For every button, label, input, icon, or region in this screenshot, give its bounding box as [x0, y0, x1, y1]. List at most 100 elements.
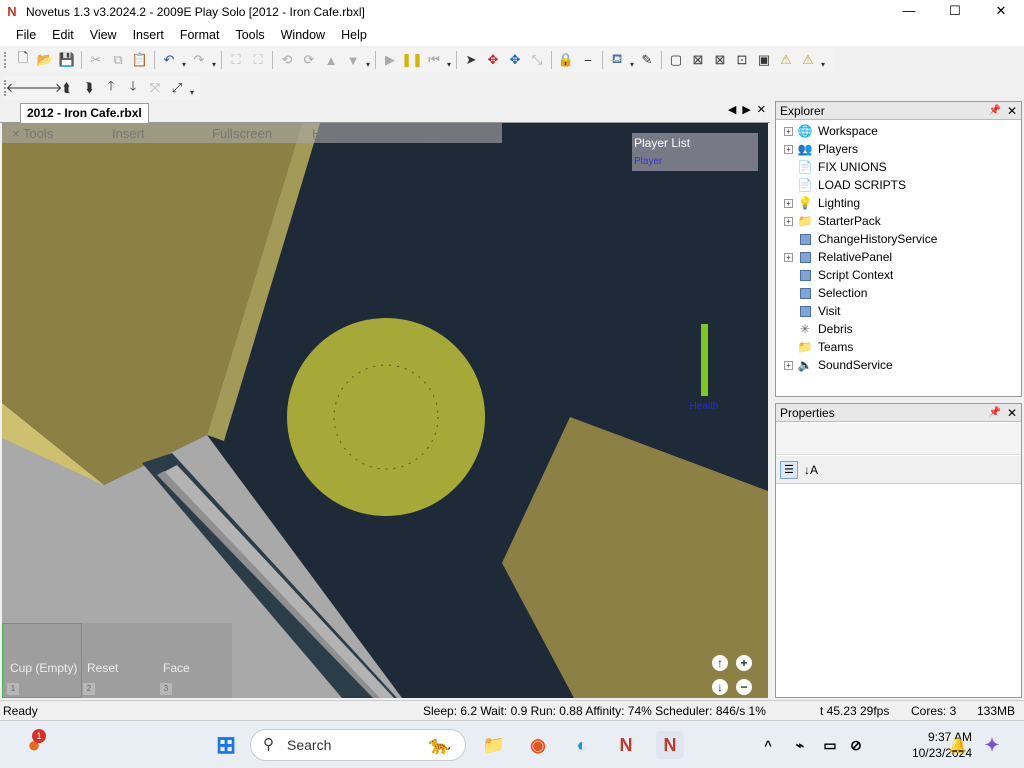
document-tab[interactable]: 2012 - Iron Cafe.rbxl	[20, 103, 149, 123]
surface-motor-icon[interactable]: ⚠	[797, 49, 819, 71]
menu-edit[interactable]: Edit	[44, 28, 82, 42]
taskbar-search[interactable]: ⚲ Search 🐆	[250, 729, 466, 761]
redo-dropdown-icon[interactable]: ▾	[210, 51, 218, 69]
explorer-item-selection[interactable]: Selection	[776, 284, 1021, 302]
start-button[interactable]: ⊞	[212, 731, 240, 759]
surface-dropdown-icon[interactable]: ▾	[819, 51, 827, 69]
paste-icon[interactable]: 📋	[129, 49, 151, 71]
network-icon[interactable]: ⌁	[786, 731, 814, 759]
move-down-icon[interactable]: ▼	[342, 49, 364, 71]
explorer-item-relativepanel[interactable]: + RelativePanel	[776, 248, 1021, 266]
explorer-item-load-scripts[interactable]: 📄 LOAD SCRIPTS	[776, 176, 1021, 194]
expand-icon[interactable]: +	[784, 360, 793, 370]
explorer-item-teams[interactable]: 📁 Teams	[776, 338, 1021, 356]
tilt-icon[interactable]: ⟳	[298, 49, 320, 71]
game-help-button[interactable]: Help	[312, 126, 339, 141]
menu-view[interactable]: View	[82, 28, 125, 42]
cut-icon[interactable]: ✂	[85, 49, 107, 71]
surface-studs-icon[interactable]: ⊡	[731, 49, 753, 71]
close-explorer-icon[interactable]: ✕	[1007, 102, 1017, 120]
camera-tilt-up-icon[interactable]: ↑	[712, 655, 728, 671]
zoom-extents-icon[interactable]: ⤧	[144, 77, 166, 99]
menu-insert[interactable]: Insert	[125, 28, 172, 42]
explorer-item-players[interactable]: + 👥 Players	[776, 140, 1021, 158]
save-icon[interactable]: 💾	[56, 49, 78, 71]
categorized-icon[interactable]: ☰	[780, 460, 798, 479]
select-cursor-icon[interactable]: ➤	[460, 49, 482, 71]
tab-close-icon[interactable]: ✕	[757, 103, 766, 116]
sort-alpha-icon[interactable]: ↓A	[804, 463, 818, 477]
surface-weld-icon[interactable]: ⊠	[709, 49, 731, 71]
paint-dropdown-icon[interactable]: ▾	[628, 51, 636, 69]
lock-icon[interactable]: 🔒	[555, 49, 577, 71]
game-viewport[interactable]: Health × Tools Insert Fullscreen Help Ex…	[2, 123, 768, 698]
dropper-icon[interactable]: ✎	[636, 49, 658, 71]
player-list-entry[interactable]: Player	[634, 156, 662, 167]
tab-scroll-right-icon[interactable]: ▶	[742, 103, 750, 116]
new-file-icon[interactable]: 🗋	[12, 49, 34, 71]
undo-icon[interactable]: ↶	[158, 49, 180, 71]
camera-dropdown-icon[interactable]: ▾	[188, 79, 196, 97]
game-exit-button[interactable]: Exit	[422, 126, 444, 141]
explorer-item-script-context[interactable]: Script Context	[776, 266, 1021, 284]
menu-window[interactable]: Window	[273, 28, 333, 42]
game-insert-button[interactable]: Insert	[112, 126, 145, 141]
paint-bucket-icon[interactable]: ⛾	[606, 49, 628, 71]
camera-tilt-down-icon[interactable]: ↓	[712, 679, 728, 695]
open-folder-icon[interactable]: 📂	[34, 49, 56, 71]
notifications-bell-icon[interactable]: 🔔	[944, 731, 972, 759]
explorer-item-visit[interactable]: Visit	[776, 302, 1021, 320]
game-tools-button[interactable]: × Tools	[12, 126, 53, 141]
expand-icon[interactable]: +	[784, 144, 793, 154]
group-icon[interactable]: ⛶	[225, 49, 247, 71]
menu-help[interactable]: Help	[333, 28, 375, 42]
show-hidden-icons[interactable]: ^	[754, 731, 782, 759]
ungroup-icon[interactable]: ⛶	[247, 49, 269, 71]
close-window-button[interactable]: ✕	[978, 0, 1024, 24]
expand-icon[interactable]: +	[784, 216, 793, 226]
menu-format[interactable]: Format	[172, 28, 228, 42]
pin-icon[interactable]: 📌	[989, 102, 1001, 120]
turn-left-icon[interactable]: ⮬	[56, 77, 78, 99]
move-dropdown-icon[interactable]: ▾	[364, 51, 372, 69]
file-explorer-icon[interactable]: 📁	[480, 731, 508, 759]
anchor-icon[interactable]: ⎯	[577, 49, 599, 71]
explorer-item-starterpack[interactable]: + 📁 StarterPack	[776, 212, 1021, 230]
explorer-item-soundservice[interactable]: + 🔈 SoundService	[776, 356, 1021, 374]
toolbar-grip[interactable]	[4, 52, 10, 68]
pause-icon[interactable]: ❚❚	[401, 49, 423, 71]
expand-icon[interactable]: +	[784, 126, 793, 136]
turn-right-icon[interactable]: ⮯	[78, 77, 100, 99]
menu-file[interactable]: File	[8, 28, 44, 42]
copilot-icon[interactable]: ✦	[978, 731, 1006, 759]
run-dropdown-icon[interactable]: ▾	[445, 51, 453, 69]
rotate-icon[interactable]: ⟲	[276, 49, 298, 71]
expand-icon[interactable]: +	[784, 252, 793, 262]
surface-inlet-icon[interactable]: ▣	[753, 49, 775, 71]
minimize-button[interactable]: —	[886, 0, 932, 24]
novetus-active-taskbar-icon[interactable]: N	[656, 731, 684, 759]
menu-tools[interactable]: Tools	[227, 28, 272, 42]
explorer-item-fix-unions[interactable]: 📄 FIX UNIONS	[776, 158, 1021, 176]
resize-icon[interactable]: ⤡	[526, 49, 548, 71]
firefox-icon[interactable]: ◉	[524, 731, 552, 759]
explorer-item-changehistoryservice[interactable]: ChangeHistoryService	[776, 230, 1021, 248]
tab-scroll-left-icon[interactable]: ◀	[728, 103, 736, 116]
camera-zoom-in-icon[interactable]: +	[736, 655, 752, 671]
pin-icon[interactable]: 📌	[989, 404, 1001, 422]
fit-icon[interactable]: ⤢	[166, 77, 188, 99]
arrow-down-icon[interactable]: 🡓	[122, 77, 144, 99]
explorer-item-lighting[interactable]: + 💡 Lighting	[776, 194, 1021, 212]
volume-icon[interactable]: ⊘	[842, 731, 870, 759]
reset-icon[interactable]: ⏮	[423, 49, 445, 71]
expand-icon[interactable]: +	[784, 198, 793, 208]
edge-icon[interactable]: ◐	[568, 731, 596, 759]
display-icon[interactable]: ▭	[816, 731, 844, 759]
surface-smooth-icon[interactable]: ▢	[665, 49, 687, 71]
surface-glue-icon[interactable]: ⊠	[687, 49, 709, 71]
redo-icon[interactable]: ↷	[188, 49, 210, 71]
game-fullscreen-button[interactable]: Fullscreen	[212, 126, 272, 141]
run-icon[interactable]: ▶	[379, 49, 401, 71]
explorer-item-debris[interactable]: ✳ Debris	[776, 320, 1021, 338]
surface-hinge-icon[interactable]: ⚠	[775, 49, 797, 71]
